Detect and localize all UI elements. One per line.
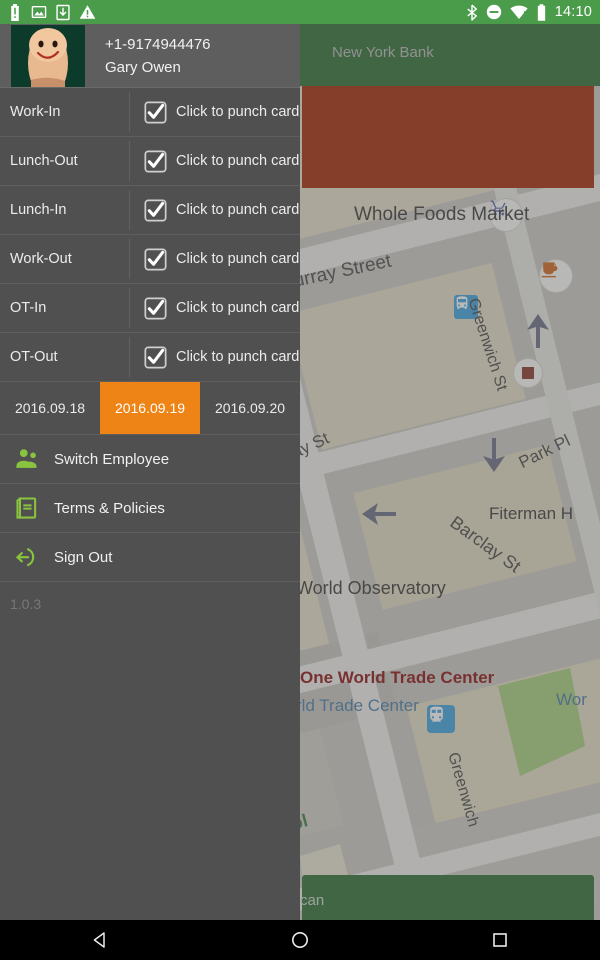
map-label: Fiterman H — [489, 504, 574, 523]
punch-row-label: OT-In — [10, 300, 47, 316]
warning-icon — [79, 5, 96, 19]
avatar — [11, 24, 85, 87]
recents-button[interactable] — [400, 931, 600, 949]
row-divider — [129, 288, 130, 328]
punch-row-label: Work-In — [10, 104, 61, 120]
profile-name: Gary Owen — [105, 58, 181, 76]
punch-action-label: Click to punch card — [176, 349, 300, 365]
status-bar-clock: 14:10 — [554, 4, 592, 20]
checkbox-checked-icon[interactable] — [144, 247, 167, 271]
bluetooth-icon — [467, 3, 477, 21]
punch-row-label: Lunch-Out — [10, 153, 78, 169]
punch-row-lunch-out[interactable]: Lunch-Out Click to punch card — [0, 137, 300, 186]
date-tabs: 2016.09.18 2016.09.19 2016.09.20 — [0, 382, 300, 435]
punch-row-work-in[interactable]: Work-In Click to punch card — [0, 88, 300, 137]
map-bottom-action-label: can — [300, 891, 325, 909]
punch-action[interactable]: Click to punch card — [129, 100, 300, 124]
map-toolbar-title: New York Bank — [332, 44, 434, 61]
punch-action[interactable]: Click to punch card — [129, 296, 300, 320]
android-navigation-bar — [0, 920, 600, 960]
row-divider — [129, 239, 130, 279]
punch-row-label: Work-Out — [10, 251, 72, 267]
checkbox-checked-icon[interactable] — [144, 296, 167, 320]
menu-item-label: Terms & Policies — [54, 499, 165, 517]
screenshot-icon — [31, 5, 47, 19]
date-tab-selected[interactable]: 2016.09.19 — [100, 382, 200, 434]
row-divider — [129, 337, 130, 377]
punch-action-label: Click to punch card — [176, 104, 300, 120]
map-bottom-action-bar[interactable]: can — [300, 875, 594, 920]
battery-saver-icon — [11, 3, 19, 21]
punch-action[interactable]: Click to punch card — [129, 345, 300, 369]
download-icon — [56, 4, 70, 20]
date-tab-prev[interactable]: 2016.09.18 — [0, 382, 100, 434]
punch-row-ot-in[interactable]: OT-In Click to punch card — [0, 284, 300, 333]
triangle-left-icon — [93, 932, 105, 948]
map-banner[interactable] — [302, 86, 594, 188]
punch-action[interactable]: Click to punch card — [129, 247, 300, 271]
menu-item-label: Switch Employee — [54, 450, 170, 468]
do-not-disturb-icon — [486, 4, 501, 20]
building-marker-icon[interactable] — [513, 358, 543, 388]
punch-action-label: Click to punch card — [176, 300, 300, 316]
back-button[interactable] — [0, 930, 200, 950]
menu-item-switch-employee[interactable]: Switch Employee — [0, 435, 300, 484]
punch-row-work-out[interactable]: Work-Out Click to punch card — [0, 235, 300, 284]
checkbox-checked-icon[interactable] — [144, 198, 167, 222]
phone-screen: Whole Foods Market urray Street Greenwic… — [0, 0, 600, 960]
row-divider — [129, 190, 130, 230]
punch-action-label: Click to punch card — [176, 153, 300, 169]
punch-action[interactable]: Click to punch card — [129, 149, 300, 173]
profile-phone: +1-9174944476 — [105, 35, 211, 53]
home-button[interactable] — [200, 930, 400, 950]
punch-action[interactable]: Click to punch card — [129, 198, 300, 222]
map-label: World Observatory — [296, 578, 446, 598]
map-label: Whole Foods Market — [354, 204, 530, 225]
menu-item-sign-out[interactable]: Sign Out — [0, 533, 300, 582]
checkbox-checked-icon[interactable] — [144, 100, 167, 124]
menu-item-terms-policies[interactable]: Terms & Policies — [0, 484, 300, 533]
checkbox-checked-icon[interactable] — [144, 345, 167, 369]
notebook-icon — [0, 495, 54, 521]
app-version: 1.0.3 — [10, 596, 42, 612]
sign-out-arrow-icon — [0, 544, 54, 570]
menu-item-label: Sign Out — [54, 548, 113, 566]
punch-row-lunch-in[interactable]: Lunch-In Click to punch card — [0, 186, 300, 235]
punch-action-label: Click to punch card — [176, 251, 300, 267]
people-switch-icon — [0, 446, 54, 472]
map-label: Wor — [556, 690, 587, 709]
punch-row-label: OT-Out — [10, 349, 58, 365]
coffee-icon[interactable] — [539, 259, 573, 293]
punch-row-label: Lunch-In — [10, 202, 67, 218]
punch-action-label: Click to punch card — [176, 202, 300, 218]
navigation-drawer: +1-9174944476 Gary Owen Work-In Click to… — [0, 24, 300, 920]
checkbox-checked-icon[interactable] — [144, 149, 167, 173]
row-divider — [129, 92, 130, 132]
date-tab-next[interactable]: 2016.09.20 — [200, 382, 300, 434]
train-station-icon[interactable] — [427, 705, 455, 733]
square-icon — [493, 933, 507, 947]
punch-row-ot-out[interactable]: OT-Out Click to punch card — [0, 333, 300, 382]
map-label: One World Trade Center — [300, 668, 495, 687]
circle-icon — [292, 932, 308, 948]
wifi-alert-icon — [510, 5, 528, 19]
map-label: rld Trade Center — [296, 696, 419, 715]
profile-header[interactable]: +1-9174944476 Gary Owen — [0, 24, 300, 88]
status-bar: 14:10 — [0, 0, 600, 24]
row-divider — [129, 141, 130, 181]
battery-icon — [537, 3, 545, 21]
